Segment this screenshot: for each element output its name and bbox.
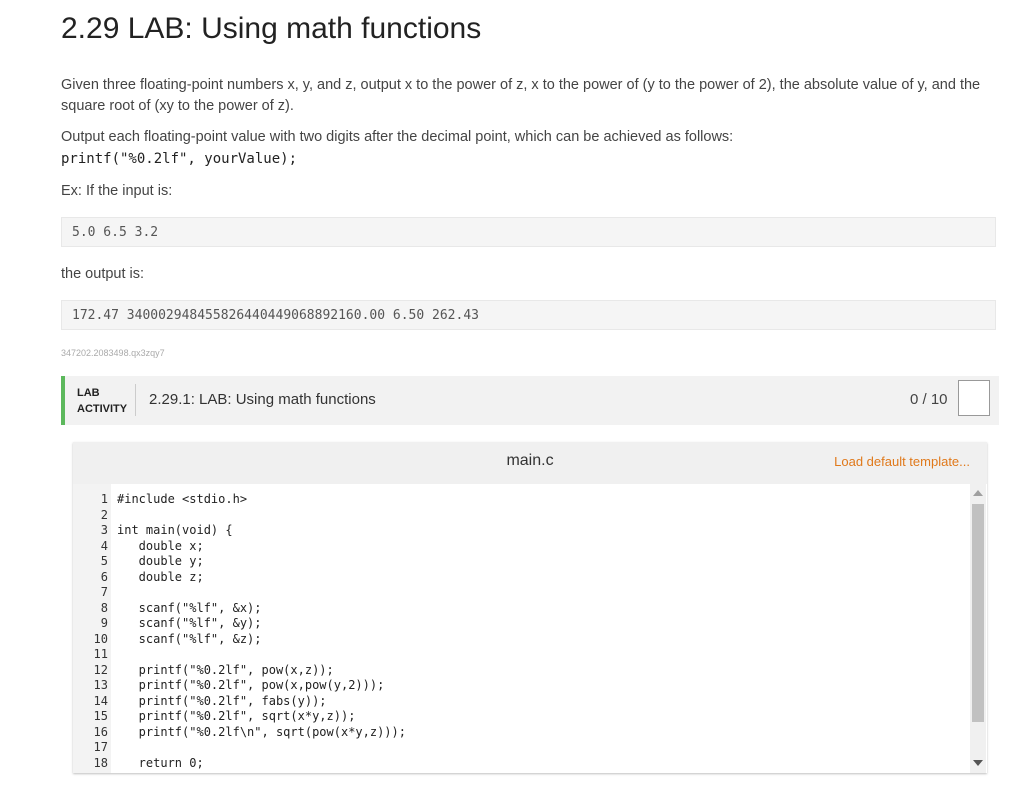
line-number: 9	[100, 616, 108, 630]
line-number: 2	[100, 507, 108, 522]
line-number: 8	[100, 600, 108, 615]
code-editor[interactable]: 1 #include <stdio.h> 2 3 int main(void) { 4 d…	[73, 484, 987, 773]
line-code: printf("%0.2lf\n", sqrt(pow(x*y,z)));	[117, 724, 406, 739]
code-lines[interactable]: 1 #include <stdio.h> 2 3 int main(void) { 4 d…	[73, 492, 406, 771]
line-code: printf("%0.2lf", pow(x,z));	[117, 662, 334, 677]
code-line[interactable]: 16 printf("%0.2lf\n", sqrt(pow(x*y,z)));	[73, 725, 406, 741]
line-code: return 0;	[117, 755, 204, 770]
line-code: double x;	[117, 538, 204, 553]
scroll-down-icon[interactable]	[973, 760, 983, 766]
line-number: 12	[93, 662, 108, 677]
line-number: 11	[93, 647, 108, 661]
lab-activity-header: LAB ACTIVITY 2.29.1: LAB: Using math fun…	[61, 376, 999, 425]
code-line[interactable]: 5 double y;	[73, 554, 406, 570]
problem-description: Given three floating-point numbers x, y,…	[61, 77, 981, 114]
line-code: printf("%0.2lf", fabs(y));	[117, 693, 327, 708]
line-code: int main(void) {	[117, 523, 233, 537]
code-line[interactable]: 12 printf("%0.2lf", pow(x,z));	[73, 663, 406, 679]
line-number: 17	[93, 740, 108, 754]
line-number: 14	[93, 693, 108, 708]
example-output-box: 172.47 340002948455826440449068892160.00…	[61, 300, 996, 330]
lab-title: 2.29.1: LAB: Using math functions	[149, 391, 376, 408]
code-editor-panel: main.c Load default template... 1 #includ…	[73, 442, 987, 773]
line-code: double y;	[117, 554, 204, 568]
scroll-up-icon[interactable]	[973, 490, 983, 496]
lab-divider	[135, 384, 136, 416]
line-number: 15	[93, 709, 108, 723]
page-title: 2.29 LAB: Using math functions	[61, 12, 482, 45]
line-number: 6	[100, 569, 108, 584]
line-number: 7	[100, 585, 108, 599]
code-line[interactable]: 15 printf("%0.2lf", sqrt(x*y,z));	[73, 709, 406, 725]
code-line[interactable]: 17	[73, 740, 406, 756]
code-line[interactable]: 9 scanf("%lf", &y);	[73, 616, 406, 632]
line-code: #include <stdio.h>	[117, 492, 248, 506]
code-line[interactable]: 10 scanf("%lf", &z);	[73, 632, 406, 648]
line-number: 10	[93, 631, 108, 646]
line-number: 13	[93, 678, 108, 692]
code-line[interactable]: 2	[73, 508, 406, 524]
format-code: printf("%0.2lf", yourValue);	[61, 151, 298, 167]
code-line[interactable]: 18 return 0;	[73, 756, 406, 772]
line-code: double z;	[117, 569, 204, 584]
code-line[interactable]: 7	[73, 585, 406, 601]
line-number: 16	[93, 724, 108, 739]
code-line[interactable]: 8 scanf("%lf", &x);	[73, 601, 406, 617]
line-number: 5	[100, 554, 108, 568]
scrollbar-thumb[interactable]	[972, 504, 984, 722]
code-line[interactable]: 6 double z;	[73, 570, 406, 586]
code-line[interactable]: 3 int main(void) {	[73, 523, 406, 539]
lab-activity-label: LAB ACTIVITY	[77, 385, 127, 417]
line-code: printf("%0.2lf", sqrt(x*y,z));	[117, 709, 356, 723]
line-number: 4	[100, 538, 108, 553]
code-line[interactable]: 4 double x;	[73, 539, 406, 555]
output-intro: the output is:	[61, 266, 145, 282]
lab-label-line2: ACTIVITY	[77, 403, 128, 415]
line-number: 18	[93, 755, 108, 770]
code-line[interactable]: 13 printf("%0.2lf", pow(x,pow(y,2)));	[73, 678, 406, 694]
example-input-box: 5.0 6.5 3.2	[61, 217, 996, 247]
line-number: 1	[100, 492, 108, 506]
example-intro: Ex: If the input is:	[61, 183, 173, 199]
line-code: scanf("%lf", &z);	[117, 631, 262, 646]
line-number: 3	[100, 523, 108, 537]
code-line[interactable]: 1 #include <stdio.h>	[73, 492, 406, 508]
code-line[interactable]: 11	[73, 647, 406, 663]
reference-id: 347202.2083498.qx3zqy7	[61, 348, 165, 358]
format-note: Output each floating-point value with tw…	[61, 129, 734, 145]
completion-box	[958, 380, 990, 416]
lab-score: 0 / 10	[910, 391, 948, 408]
load-default-template-link[interactable]: Load default template...	[834, 454, 970, 469]
line-code: scanf("%lf", &x);	[117, 600, 262, 615]
editor-scrollbar[interactable]	[970, 484, 986, 773]
line-code: scanf("%lf", &y);	[117, 616, 262, 630]
line-code: printf("%0.2lf", pow(x,pow(y,2)));	[117, 678, 385, 692]
code-line[interactable]: 14 printf("%0.2lf", fabs(y));	[73, 694, 406, 710]
lab-label-line1: LAB	[77, 387, 100, 399]
